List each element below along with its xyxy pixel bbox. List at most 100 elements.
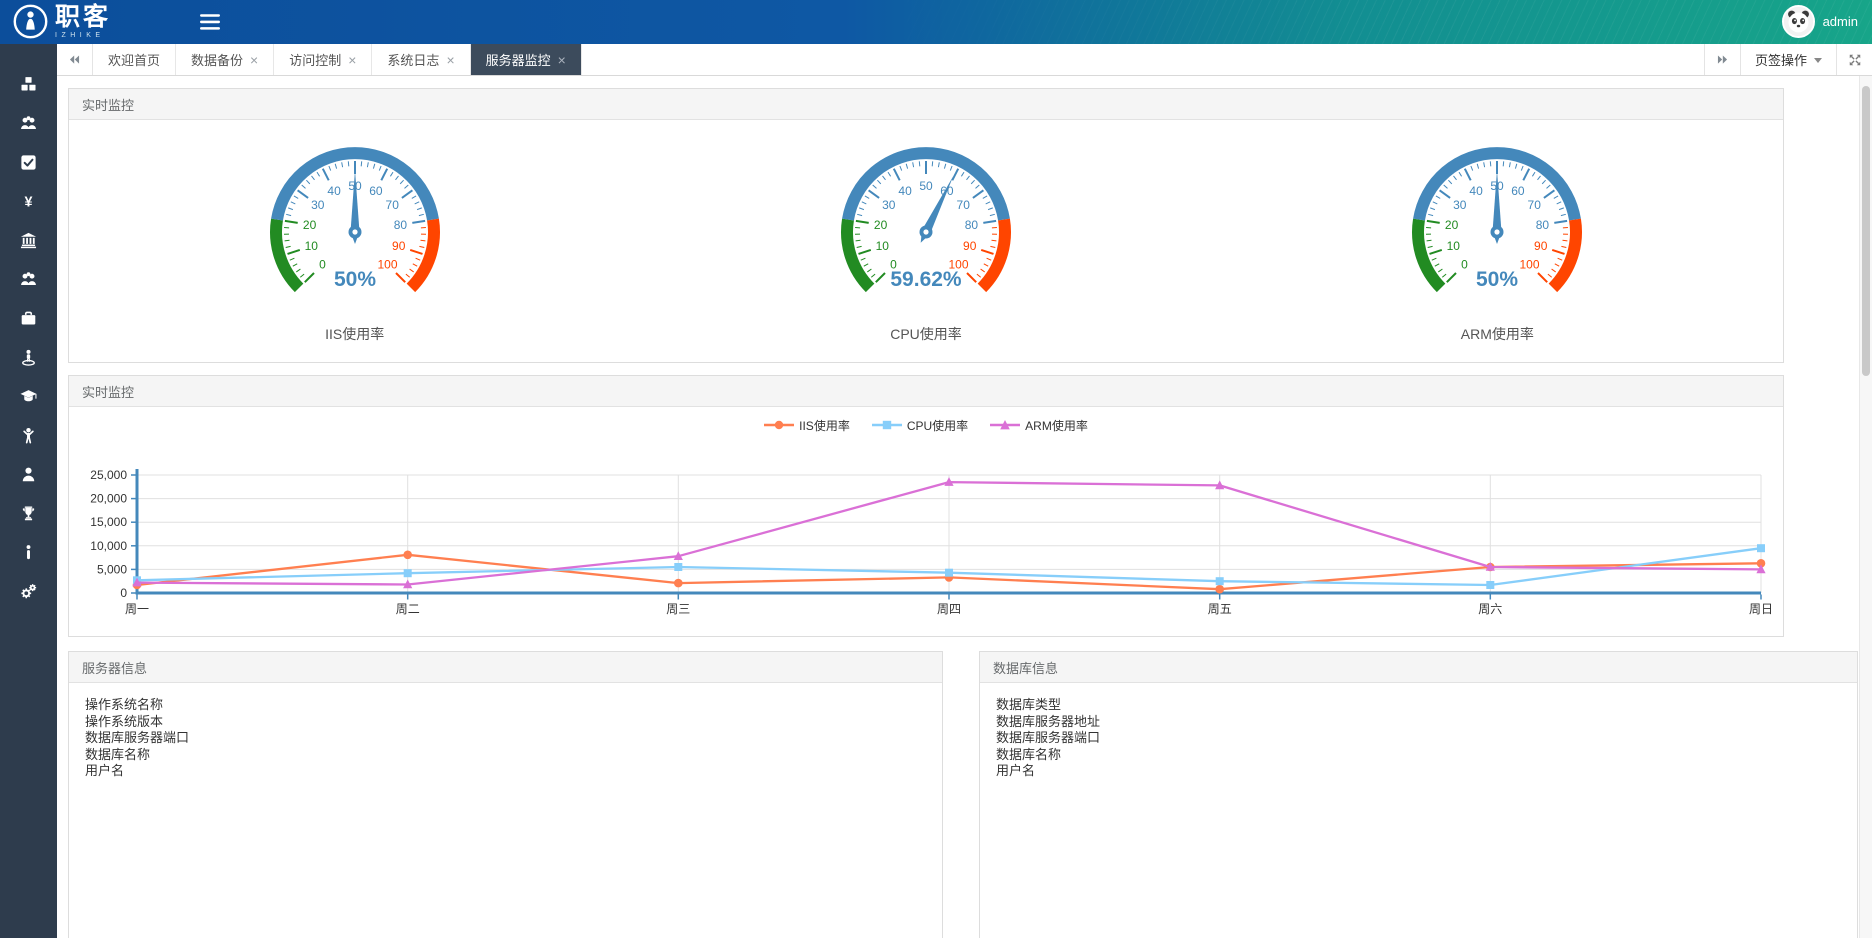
svg-text:周一: 周一 (125, 602, 149, 616)
gauge-panel: 实时监控 010203040506070809010050%IIS使用率0102… (68, 88, 1784, 363)
user-icon (20, 466, 37, 483)
hamburger-icon (200, 14, 220, 30)
check-square-icon (20, 154, 37, 171)
chart-panel: 实时监控 IIS使用率CPU使用率ARM使用率 05,00010,00015,0… (68, 375, 1784, 637)
gauge-box-3: 010203040506070809010050% ARM使用率 (1212, 132, 1783, 344)
tab-2[interactable]: 数据备份 × (176, 44, 274, 75)
svg-text:60: 60 (369, 184, 383, 198)
sidebar-toggle-button[interactable] (200, 14, 220, 30)
legend-marker-triangle (990, 418, 1020, 432)
sidebar-item-13[interactable] (0, 533, 57, 572)
sidebar-item-8[interactable] (0, 338, 57, 377)
sidebar-item-3[interactable] (0, 143, 57, 182)
tab-actions-dropdown[interactable]: 页签操作 (1740, 44, 1836, 75)
tab-label: 访问控制 (289, 50, 341, 69)
info-panels-row: 服务器信息 操作系统名称操作系统版本数据库服务器端口数据库名称用户名 数据库信息… (68, 651, 1872, 938)
sidebar-item-2[interactable] (0, 104, 57, 143)
team-icon (20, 271, 37, 288)
sidebar-item-5[interactable] (0, 221, 57, 260)
svg-text:周六: 周六 (1478, 602, 1502, 616)
svg-text:100: 100 (377, 258, 397, 272)
tab-1[interactable]: 欢迎首页 (93, 44, 176, 75)
scrollbar-thumb[interactable] (1862, 86, 1870, 376)
sidebar-item-10[interactable] (0, 416, 57, 455)
info-item: 操作系统版本 (85, 714, 926, 731)
sidebar-item-14[interactable] (0, 572, 57, 611)
svg-text:80: 80 (393, 218, 407, 232)
tab-close-icon[interactable]: × (348, 53, 356, 67)
chart-panel-header: 实时监控 (69, 376, 1783, 407)
fullscreen-button[interactable] (1836, 44, 1872, 75)
tab-close-icon[interactable]: × (558, 53, 566, 67)
tab-close-icon[interactable]: × (250, 53, 258, 67)
gauge-IIS使用率: 010203040506070809010050% (245, 132, 465, 300)
svg-text:5,000: 5,000 (97, 562, 127, 576)
gauge-ARM使用率: 010203040506070809010050% (1387, 132, 1607, 300)
legend-marker-circle (764, 418, 794, 432)
sidebar-item-11[interactable] (0, 455, 57, 494)
logo-icon (12, 3, 49, 40)
tab-3[interactable]: 访问控制 × (274, 44, 372, 75)
tab-5[interactable]: 服务器监控× (471, 44, 582, 75)
info-item: 数据库名称 (85, 747, 926, 764)
gauge-value: 50% (1476, 268, 1518, 291)
svg-text:20: 20 (303, 218, 317, 232)
app-logo[interactable]: 职客 IZHIKE (12, 3, 111, 40)
svg-text:90: 90 (392, 239, 406, 253)
svg-text:30: 30 (1453, 198, 1467, 212)
chart-panel-title: 实时监控 (82, 382, 134, 401)
legend-item-IIS使用率[interactable]: IIS使用率 (764, 417, 850, 434)
gauge-title: CPU使用率 (890, 324, 962, 344)
sidebar: ¥ (0, 44, 57, 938)
sidebar-item-1[interactable] (0, 65, 57, 104)
gauge-CPU使用率: 010203040506070809010059.62% (816, 132, 1036, 300)
gauge-row: 010203040506070809010050% IIS使用率 010203040… (69, 120, 1783, 362)
legend-label: IIS使用率 (799, 417, 850, 434)
sidebar-item-9[interactable] (0, 377, 57, 416)
svg-text:周四: 周四 (937, 602, 961, 616)
avatar[interactable] (1782, 5, 1815, 38)
sidebar-item-6[interactable] (0, 260, 57, 299)
legend-item-ARM使用率[interactable]: ARM使用率 (990, 417, 1088, 434)
svg-text:0: 0 (120, 586, 127, 600)
server-info-panel: 服务器信息 操作系统名称操作系统版本数据库服务器端口数据库名称用户名 (68, 651, 943, 938)
tabs-scroll-right-button[interactable] (1704, 44, 1740, 75)
svg-text:70: 70 (1528, 198, 1542, 212)
server-info-header: 服务器信息 (69, 652, 942, 683)
svg-text:周日: 周日 (1749, 602, 1771, 616)
info-item: 数据库服务器端口 (996, 730, 1841, 747)
vertical-scrollbar[interactable] (1859, 76, 1872, 938)
gauge-title: ARM使用率 (1461, 324, 1534, 344)
legend-item-CPU使用率[interactable]: CPU使用率 (872, 417, 968, 434)
svg-text:70: 70 (957, 198, 971, 212)
sidebar-item-7[interactable] (0, 299, 57, 338)
tab-label: 数据备份 (191, 50, 243, 69)
tab-close-icon[interactable]: × (446, 53, 454, 67)
gauge-value: 50% (334, 268, 376, 291)
svg-text:20,000: 20,000 (90, 492, 127, 506)
legend-label: ARM使用率 (1025, 417, 1088, 434)
child-icon (20, 427, 37, 444)
tabs-scroll-left-button[interactable] (57, 44, 93, 75)
sidebar-item-12[interactable] (0, 494, 57, 533)
users-icon (20, 115, 37, 132)
svg-text:0: 0 (319, 258, 326, 272)
info-icon (20, 544, 37, 561)
svg-text:90: 90 (1534, 239, 1548, 253)
username-label: admin (1823, 14, 1858, 29)
tab-label: 系统日志 (387, 50, 439, 69)
info-item: 数据库类型 (996, 697, 1841, 714)
user-menu[interactable]: admin (1782, 5, 1858, 38)
logo-text: 职客 (55, 5, 111, 30)
tabs-strip: 欢迎首页数据备份×访问控制×系统日志×服务器监控× (93, 44, 1704, 75)
gauge-title: IIS使用率 (325, 324, 384, 344)
sidebar-item-4[interactable]: ¥ (0, 182, 57, 221)
tab-4[interactable]: 系统日志 × (372, 44, 470, 75)
double-chevron-right-icon (1716, 53, 1729, 66)
svg-text:40: 40 (327, 184, 341, 198)
info-item: 操作系统名称 (85, 697, 926, 714)
db-info-header: 数据库信息 (980, 652, 1857, 683)
svg-text:周三: 周三 (666, 602, 690, 616)
server-info-title: 服务器信息 (82, 658, 147, 677)
top-navbar: 职客 IZHIKE admin (0, 0, 1872, 44)
